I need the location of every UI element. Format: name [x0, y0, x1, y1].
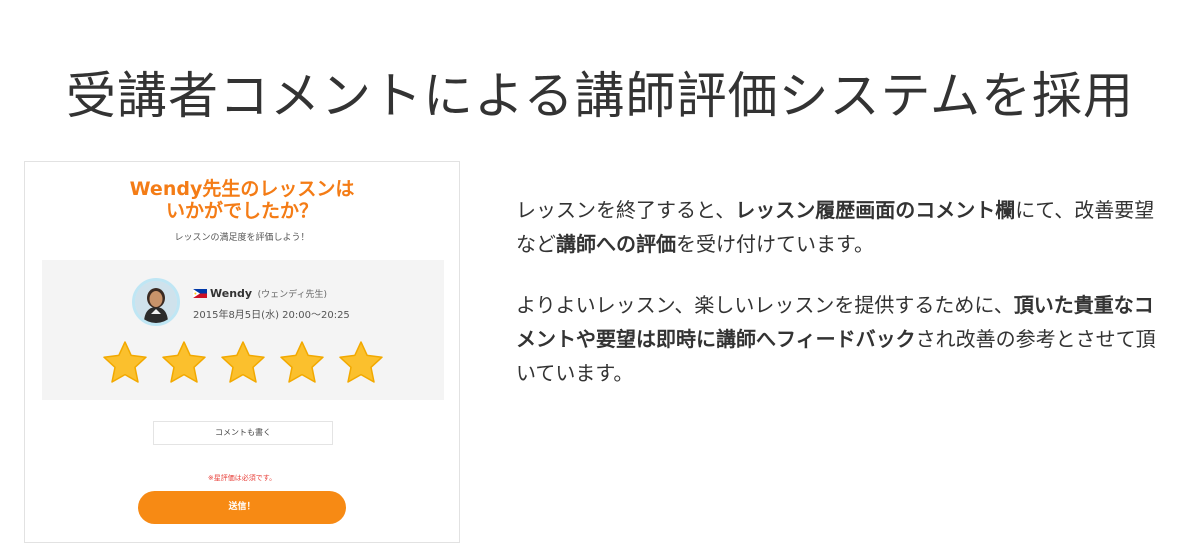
rating-card-subheading: レッスンの満足度を評価しよう！ [174, 233, 310, 243]
description-paragraph-2-run-1: よりよいレッスン、楽しいレッスンを提供するために、 [516, 293, 1014, 317]
description-paragraph-2: よりよいレッスン、楽しいレッスンを提供するために、頂いた貴重なコメントや要望は即… [516, 288, 1166, 390]
page-title: 受講者コメントによる講師評価システムを採用 [66, 66, 1134, 125]
teacher-name: Wendy [210, 287, 253, 300]
description-paragraph-1: レッスンを終了すると、レッスン履歴画面のコメント欄にて、改善要望など講師への評価… [516, 193, 1166, 261]
avatar-person-icon [135, 281, 177, 323]
philippines-flag-icon [193, 288, 207, 301]
comment-input[interactable]: コメントも書く [153, 421, 333, 445]
description: レッスンを終了すると、レッスン履歴画面のコメント欄にて、改善要望など講師への評価… [516, 193, 1166, 417]
rating-card-heading-line1: Wendy先生のレッスンは [129, 178, 355, 200]
star-icon-3[interactable] [220, 340, 266, 386]
rating-card-heading-line2: いかがでしたか？ [165, 200, 318, 222]
description-paragraph-1-run-4: 講師への評価 [556, 232, 676, 256]
teacher-name-line: Wendy (ウェンディ先生) [193, 287, 327, 301]
star-icon-4[interactable] [279, 340, 325, 386]
submit-button[interactable]: 送信！ [138, 491, 346, 524]
description-paragraph-1-run-5: を受け付けています。 [676, 232, 874, 256]
star-icon-1[interactable] [102, 340, 148, 386]
star-icon-5[interactable] [338, 340, 384, 386]
description-paragraph-1-run-1: レッスンを終了すると、 [516, 198, 736, 222]
rating-card-heading: Wendy先生のレッスンは いかがでしたか？ [25, 178, 459, 222]
lesson-datetime: 2015年8月5日(水) 20:00〜20:25 [193, 310, 350, 321]
description-paragraph-1-run-2: レッスン履歴画面のコメント欄 [735, 198, 1016, 222]
star-icon-2[interactable] [161, 340, 207, 386]
required-rating-note: ※星評価は必須です。 [207, 474, 277, 482]
star-rating[interactable] [102, 340, 384, 386]
teacher-avatar [132, 278, 180, 326]
teacher-panel: Wendy (ウェンディ先生) 2015年8月5日(水) 20:00〜20:25 [42, 260, 444, 400]
lesson-rating-card: Wendy先生のレッスンは いかがでしたか？ レッスンの満足度を評価しよう！ W… [24, 161, 460, 543]
teacher-name-kana: (ウェンディ先生) [257, 290, 327, 300]
